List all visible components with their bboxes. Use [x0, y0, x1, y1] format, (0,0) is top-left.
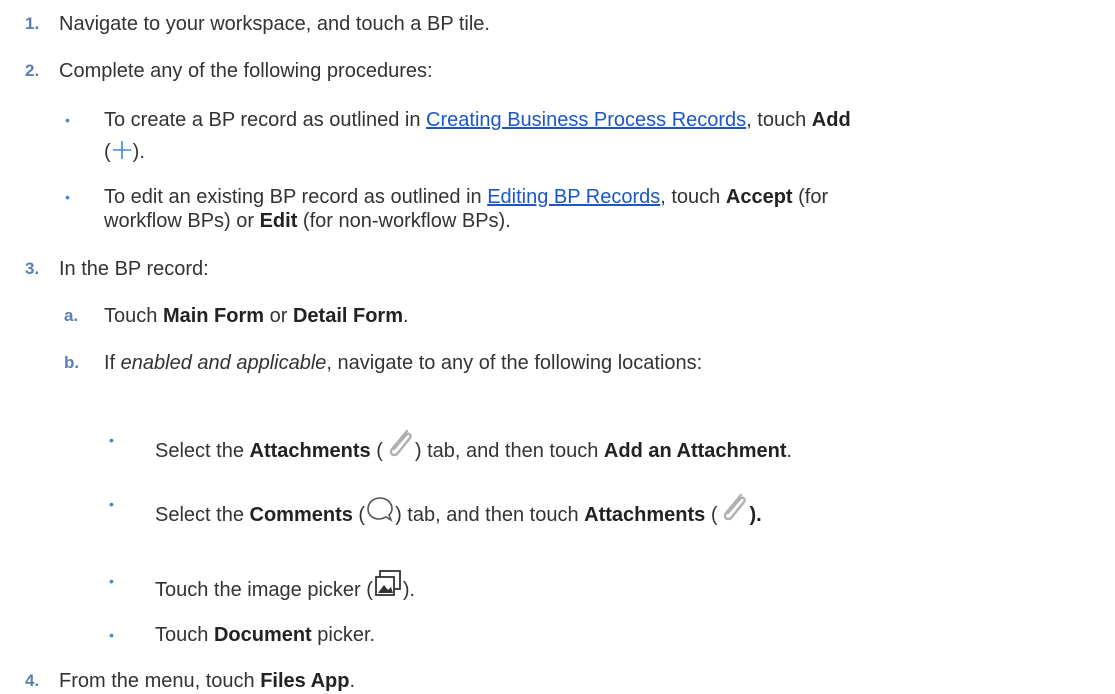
paperclip-icon [717, 491, 749, 525]
text: ( [705, 504, 718, 526]
plus-icon [112, 140, 132, 160]
step-3b-text: If enabled and applicable, navigate to a… [104, 350, 702, 376]
image-picker-instruction: Touch the image picker ( ). [155, 568, 415, 603]
text: (for non-workflow BPs). [297, 210, 511, 232]
text: Touch the image picker ( [155, 579, 373, 601]
text: If [104, 352, 121, 374]
text: ). [402, 579, 416, 601]
step-2-bullet-2-line-2: workflow BPs) or Edit (for non-workflow … [104, 208, 511, 234]
step-3-text: In the BP record: [59, 258, 209, 280]
bullet-marker: • [65, 189, 70, 205]
link-creating-bp-records[interactable]: Creating Business Process Records [426, 109, 746, 131]
attachments-tab-instruction: Select the Attachments ( ) tab, and then… [155, 427, 792, 464]
text: ( [352, 504, 366, 526]
accept-label: Accept [725, 186, 793, 208]
text: . [786, 440, 793, 462]
text: ) tab, and then touch [414, 440, 604, 462]
step-number: 3. [25, 259, 40, 278]
text: , navigate to any of the following locat… [326, 352, 703, 374]
text: or [264, 305, 293, 327]
text: ). [132, 141, 145, 163]
text: ( [370, 440, 383, 462]
document-label: Document [213, 624, 312, 646]
text: (for [792, 186, 829, 208]
step-2-bullet-1-line-2: ( ). [104, 139, 145, 165]
text: To edit an existing BP record as outline… [104, 186, 488, 208]
step-2-bullet-1-line-1: To create a BP record as outlined in Cre… [104, 107, 851, 133]
step-2-bullet-2-line-1: To edit an existing BP record as outline… [104, 184, 828, 210]
paperclip-icon [383, 427, 415, 461]
attachments-label: Attachments [249, 440, 371, 462]
bullet-marker: • [109, 432, 114, 448]
step-3a-text: Touch Main Form or Detail Form. [104, 303, 409, 329]
text: ). [749, 504, 762, 526]
step-1-text: Navigate to your workspace, and touch a … [59, 13, 490, 35]
text: . [403, 305, 409, 327]
image-picker-icon [373, 568, 403, 598]
text: Select the [155, 504, 250, 526]
attachments-label: Attachments [584, 504, 706, 526]
comments-label: Comments [249, 504, 353, 526]
files-app-label: Files App [260, 670, 350, 692]
step-number: 4. [25, 671, 40, 690]
text: ( [104, 141, 111, 163]
substep-letter: a. [64, 306, 79, 325]
step-4-text: From the menu, touch Files App. [59, 668, 355, 694]
link-editing-bp-records[interactable]: Editing BP Records [487, 186, 660, 208]
text: To create a BP record as outlined in [104, 109, 427, 131]
detail-form-label: Detail Form [292, 305, 403, 327]
edit-label: Edit [259, 210, 298, 232]
bullet-marker: • [109, 573, 114, 589]
bullet-marker: • [65, 112, 70, 128]
bullet-marker: • [109, 496, 114, 512]
text: Select the [155, 440, 250, 462]
text: workflow BPs) or [104, 210, 260, 232]
text: From the menu, touch [59, 670, 261, 692]
bullet-marker: • [109, 627, 114, 643]
text: , touch [746, 109, 812, 131]
substep-letter: b. [64, 353, 80, 372]
add-label: Add [811, 109, 851, 131]
text: . [349, 670, 356, 692]
enabled-applicable-text: enabled and applicable [120, 352, 327, 374]
text: Touch [155, 624, 214, 646]
text: Touch [104, 305, 163, 327]
comments-tab-instruction: Select the Comments ( ) tab, and then to… [155, 491, 762, 528]
text: ) tab, and then touch [395, 504, 585, 526]
step-number: 2. [25, 61, 40, 80]
add-attachment-label: Add an Attachment [603, 440, 787, 462]
text: , touch [660, 186, 726, 208]
step-number: 1. [25, 14, 40, 33]
text: picker. [311, 624, 376, 646]
document-picker-instruction: Touch Document picker. [155, 622, 375, 648]
step-2-text: Complete any of the following procedures… [59, 60, 433, 82]
main-form-label: Main Form [162, 305, 265, 327]
speech-bubble-icon [365, 495, 395, 525]
